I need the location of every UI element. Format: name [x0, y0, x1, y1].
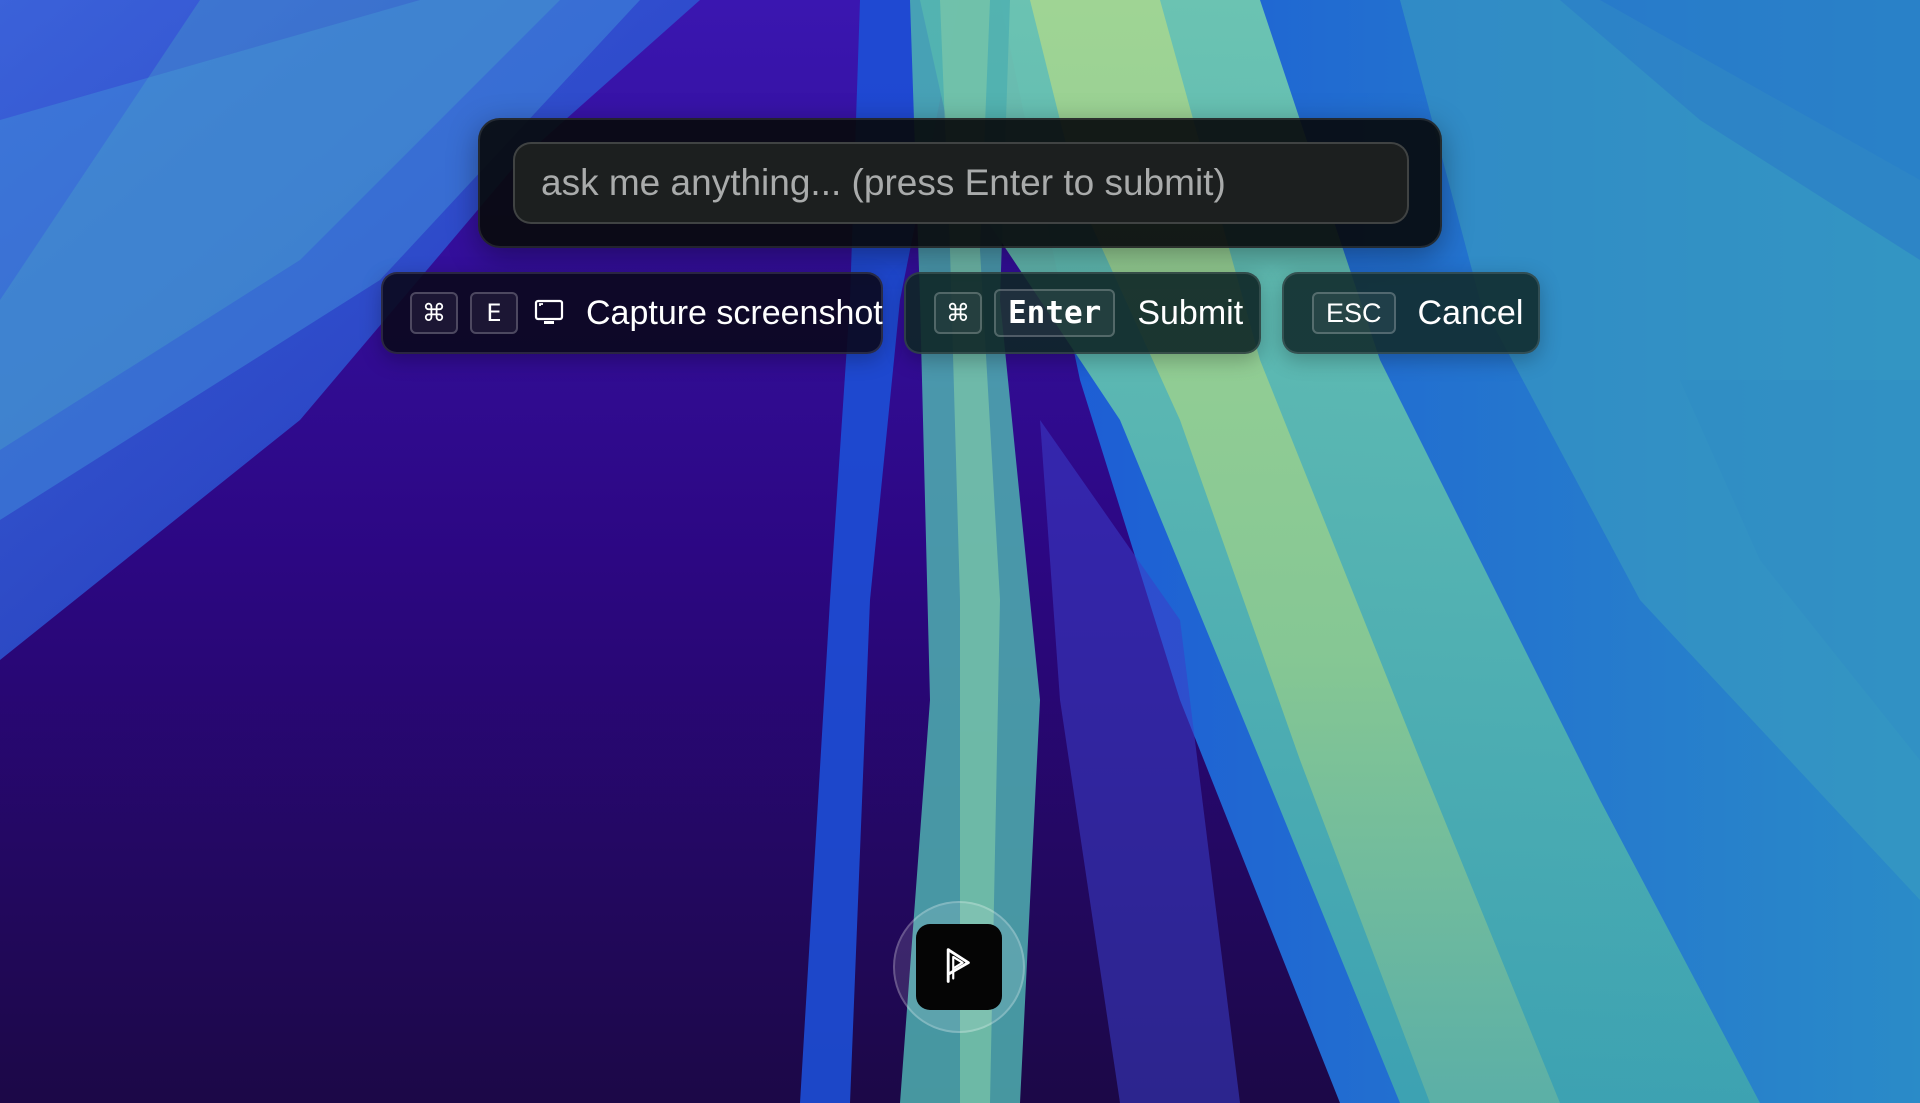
submit-shortcut[interactable]: ⌘ Enter Submit — [904, 272, 1261, 354]
app-launcher-button[interactable] — [893, 901, 1025, 1033]
capture-screenshot-label: Capture screenshot — [586, 293, 883, 332]
prompt-panel — [478, 118, 1442, 248]
cancel-label: Cancel — [1417, 293, 1524, 332]
esc-key: ESC — [1312, 292, 1396, 334]
cancel-shortcut[interactable]: ESC Cancel — [1282, 272, 1540, 354]
command-key: ⌘ — [934, 292, 982, 334]
enter-key: Enter — [994, 289, 1116, 337]
command-key: ⌘ — [410, 292, 458, 334]
capture-screenshot-shortcut[interactable]: ⌘ E Capture screenshot — [381, 272, 883, 354]
prompt-input[interactable] — [513, 142, 1409, 224]
submit-label: Submit — [1137, 293, 1244, 332]
app-logo-icon — [916, 924, 1002, 1010]
e-key: E — [470, 292, 518, 334]
screen-icon — [534, 298, 564, 328]
